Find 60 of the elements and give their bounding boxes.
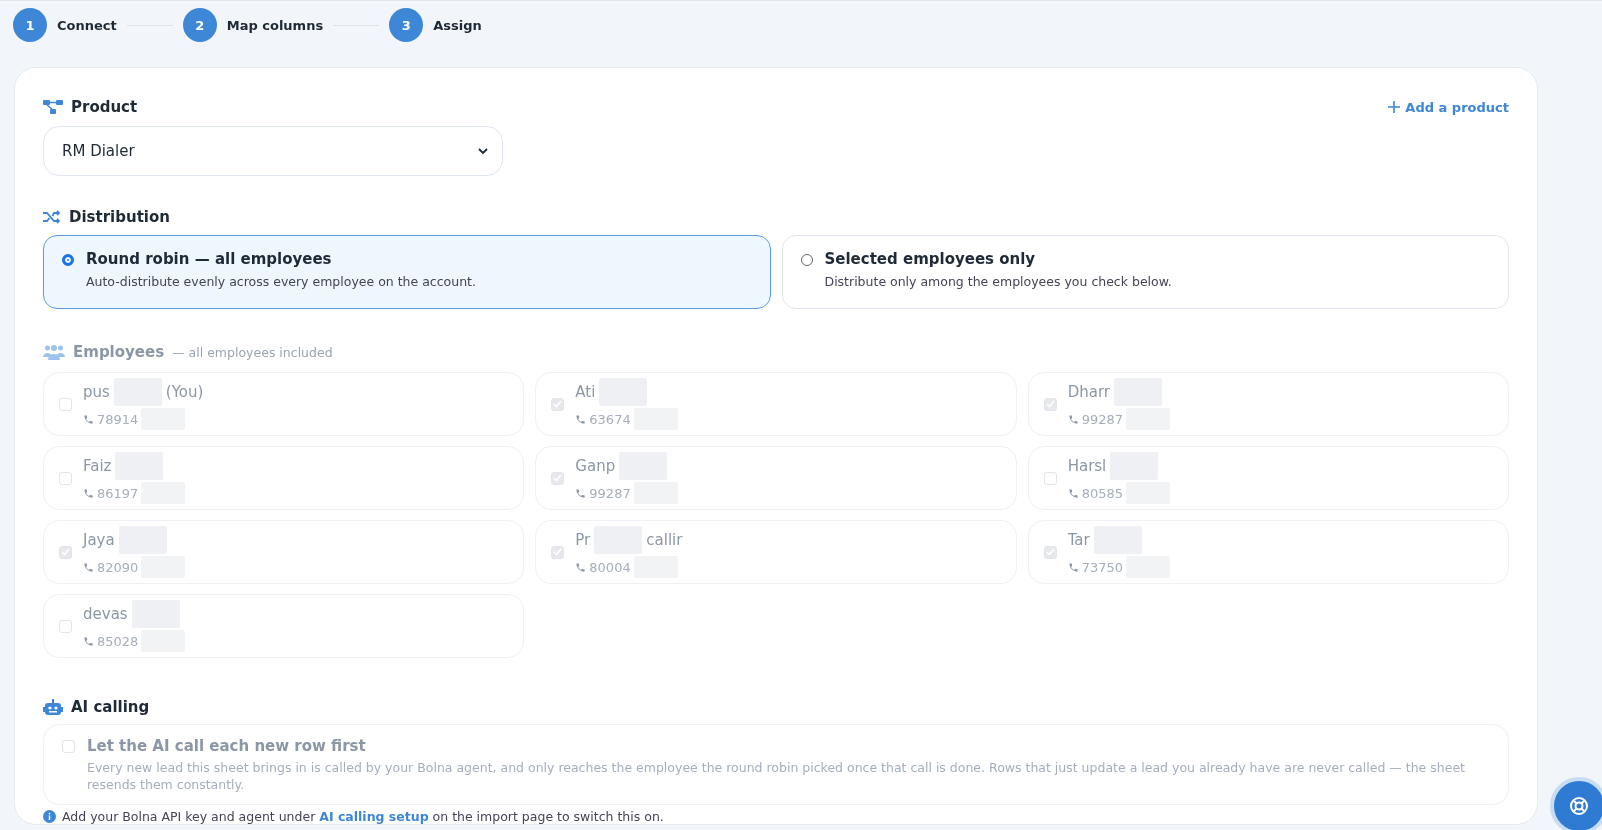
section-title: Product xyxy=(71,98,138,116)
employee-phone: 63674 xyxy=(589,411,631,427)
step-number: 1 xyxy=(13,8,47,42)
option-title: Let the AI call each new row first xyxy=(87,737,367,755)
distribution-option[interactable]: Selected employees only Distribute only among the employees you check below. xyxy=(781,235,1509,309)
employee-name: Jaya xyxy=(83,531,115,549)
employee-phone: 86197 xyxy=(97,485,139,501)
employee-phone: 99287 xyxy=(589,485,631,501)
step-label: Connect xyxy=(57,17,117,33)
phone-icon xyxy=(575,413,587,425)
phone-icon xyxy=(575,487,587,499)
option-description: Every new lead this sheet brings in is called by your Bolna agent, and only reaches the employee the round robin picked once that call is done. Rows that just update a lead you already have are never called — the sheet resends them constantly. xyxy=(87,760,1466,794)
step-number: 3 xyxy=(389,8,424,42)
hierarchy-icon xyxy=(43,99,63,115)
employee-phone: 82090 xyxy=(97,559,139,575)
product-select[interactable]: RM Dialer xyxy=(43,126,503,176)
step-label: Assign xyxy=(433,17,482,33)
step-number: 2 xyxy=(182,8,217,42)
section-title: Employees xyxy=(73,343,165,361)
lifebuoy-icon xyxy=(1569,796,1589,816)
employee-name: Faiz xyxy=(83,457,112,475)
employee-name: Pr xyxy=(575,531,591,549)
hint-text: Add your Bolna API key and agent under AI calling setup on the import page to switch this on. xyxy=(62,808,664,824)
step-label: Map columns xyxy=(226,17,324,33)
phone-icon xyxy=(575,561,587,573)
employee-phone: 73750 xyxy=(1081,559,1123,575)
help-button[interactable] xyxy=(1550,777,1602,830)
employee-name: devas xyxy=(83,605,128,623)
distribution-option[interactable]: Round robin — all employees Auto-distribute evenly across every employee on the account. xyxy=(43,235,771,309)
phone-icon xyxy=(1067,487,1079,499)
phone-icon xyxy=(83,487,94,499)
add-product-link[interactable]: Add a product xyxy=(1388,99,1509,115)
employee-phone: 80004 xyxy=(589,559,631,575)
employee-phone: 80585 xyxy=(1081,485,1123,501)
employee-phone: 99287 xyxy=(1081,411,1123,427)
people-icon xyxy=(43,344,65,360)
ai-option-card[interactable] xyxy=(43,724,1509,805)
setup-link[interactable]: AI calling setup xyxy=(319,808,429,824)
phone-icon xyxy=(83,413,94,425)
section-note: — all employees included xyxy=(172,344,333,360)
phone-icon xyxy=(1067,413,1079,425)
employee-phone: 78914 xyxy=(97,411,139,427)
section-title: Distribution xyxy=(69,208,170,226)
employee-phone: 85028 xyxy=(97,633,139,649)
plus-icon xyxy=(1388,101,1401,113)
section-title: AI calling xyxy=(71,698,150,716)
phone-icon xyxy=(83,635,94,647)
phone-icon xyxy=(83,561,94,573)
employee-name: Ganp xyxy=(575,457,616,475)
employee-name: Ati xyxy=(575,383,596,401)
robot-icon xyxy=(43,698,63,716)
employee-name: Tar xyxy=(1067,531,1090,549)
employee-name: callir xyxy=(646,531,683,549)
employee-name: Harsl xyxy=(1067,457,1107,475)
phone-icon xyxy=(1067,561,1079,573)
employee-name: Dharr xyxy=(1067,383,1110,401)
chevron-icon xyxy=(478,147,488,155)
shuffle-icon xyxy=(43,210,61,224)
employee-name: (You) xyxy=(165,383,204,401)
employee-name: pus xyxy=(83,383,110,401)
